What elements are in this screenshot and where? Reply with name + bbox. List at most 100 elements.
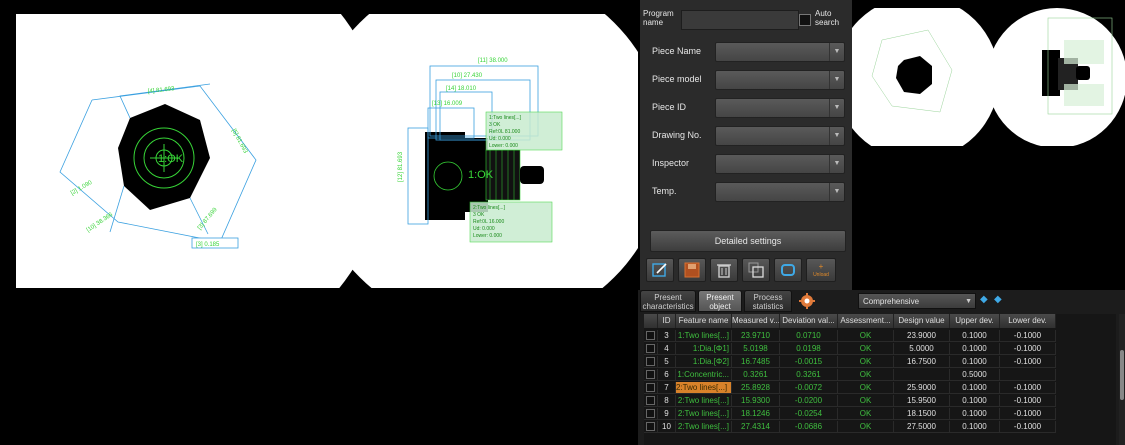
chevron-down-icon[interactable]: ▼ — [829, 71, 844, 89]
table-row[interactable]: 6 1:Concentric... 0.3261 0.3261 OK 0.5000 — [644, 369, 1116, 381]
header-checkbox-col[interactable] — [644, 314, 658, 328]
checkbox-col[interactable] — [644, 382, 658, 394]
results-table: ID Feature name Measured v... Deviation val… — [644, 314, 1116, 445]
header-id-col[interactable]: ID — [658, 314, 676, 328]
assessment-col: OK — [838, 408, 894, 420]
feature-name-col: 1:Two lines[...] — [676, 330, 732, 342]
header-feature-name-col[interactable]: Feature name — [676, 314, 732, 328]
svg-text:[11] 38.000: [11] 38.000 — [478, 58, 508, 64]
row-checkbox[interactable] — [646, 409, 655, 418]
gear-icon[interactable] — [798, 292, 816, 310]
piece-name-select[interactable]: ▼ — [715, 42, 845, 62]
chevron-down-icon[interactable]: ▼ — [829, 99, 844, 117]
id-col: 6 — [658, 369, 676, 381]
tab-present-object[interactable]: Present object — [698, 290, 742, 312]
svg-text:[14] 18.010: [14] 18.010 — [446, 86, 477, 92]
checkbox-col[interactable] — [644, 343, 658, 355]
table-row[interactable]: 3 1:Two lines[...] 23.9710 0.0710 OK 23.9000 0… — [644, 330, 1116, 342]
table-row[interactable]: 9 2:Two lines[...] 18.1246 -0.0254 OK 18.1500… — [644, 408, 1116, 420]
delete-button[interactable] — [710, 258, 738, 282]
drawing-no-select[interactable]: ▼ — [715, 126, 845, 146]
header-design-value-col[interactable]: Design value — [894, 314, 950, 328]
piece-model-select[interactable]: ▼ — [715, 70, 845, 90]
program-row: Program name Auto search — [643, 8, 849, 30]
assessment-col: OK — [838, 356, 894, 368]
svg-text:Lower: 0.000: Lower: 0.000 — [489, 143, 518, 149]
unload-button[interactable]: + Unload — [806, 258, 836, 282]
preview-canvas — [852, 0, 1125, 290]
header-measured-value-col[interactable]: Measured v... — [732, 314, 780, 328]
checkbox-col[interactable] — [644, 408, 658, 420]
piece-id-select[interactable]: ▼ — [715, 98, 845, 118]
row-checkbox[interactable] — [646, 370, 655, 379]
svg-text:+: + — [819, 262, 824, 271]
arrow-right-icon[interactable]: ◆ — [994, 294, 1006, 306]
auto-search-checkbox[interactable] — [799, 14, 811, 26]
row-checkbox[interactable] — [646, 357, 655, 366]
results-area: Present characteristics Present object P… — [638, 290, 1125, 445]
field-temp: Temp. ▼ — [648, 182, 848, 202]
upper-dev-col: 0.1000 — [950, 356, 1000, 368]
chevron-down-icon[interactable]: ▼ — [829, 43, 844, 61]
row-checkbox[interactable] — [646, 383, 655, 392]
checkbox-col[interactable] — [644, 356, 658, 368]
inspector-select[interactable]: ▼ — [715, 154, 845, 174]
tab-process-statistics[interactable]: Process statistics — [744, 290, 792, 312]
header-upper-dev-col[interactable]: Upper dev. — [950, 314, 1000, 328]
table-scrollbar[interactable] — [1119, 314, 1125, 445]
measurement-view[interactable]: 1:OK [4] 81.693 [5] 81.693 [2] 1.090 [10… — [0, 0, 638, 445]
design-value-col: 18.1500 — [894, 408, 950, 420]
field-label: Piece ID — [652, 102, 687, 112]
chevron-down-icon: ▼ — [965, 298, 972, 305]
lower-dev-col: -0.1000 — [1000, 382, 1056, 394]
temp-select[interactable]: ▼ — [715, 182, 845, 202]
row-checkbox[interactable] — [646, 331, 655, 340]
table-row[interactable]: 4 1:Dia.[Φ1] 5.0198 0.0198 OK 5.0000 0.1000 -0.… — [644, 343, 1116, 355]
measured-value-col: 15.9300 — [732, 395, 780, 407]
chevron-down-icon[interactable]: ▼ — [829, 183, 844, 201]
view-mode-select[interactable]: Comprehensive ▼ — [858, 293, 976, 309]
table-row[interactable]: 10 2:Two lines[...] 27.4314 -0.0686 OK 27.500… — [644, 421, 1116, 433]
table-row[interactable]: 7 2:Two lines[...] 25.8928 -0.0072 OK 25.9000… — [644, 382, 1116, 394]
copy-button[interactable] — [742, 258, 770, 282]
design-value-col: 5.0000 — [894, 343, 950, 355]
svg-text:[3] 0.185: [3] 0.185 — [196, 242, 220, 248]
field-label: Inspector — [652, 158, 690, 168]
tab-present-characteristics[interactable]: Present characteristics — [640, 290, 696, 312]
checkbox-col[interactable] — [644, 369, 658, 381]
scroll-thumb[interactable] — [1120, 350, 1124, 400]
feature-name-col: 2:Two lines[...] — [676, 408, 732, 420]
id-col: 9 — [658, 408, 676, 420]
table-row[interactable]: 8 2:Two lines[...] 15.9300 -0.0200 OK 15.9500… — [644, 395, 1116, 407]
table-row[interactable]: 5 1:Dia.[Φ2] 16.7485 -0.0015 OK 16.7500 0.1000… — [644, 356, 1116, 368]
checkbox-col[interactable] — [644, 421, 658, 433]
feature-name-col: 2:Two lines[...] — [676, 382, 732, 394]
save-button[interactable] — [678, 258, 706, 282]
row-checkbox[interactable] — [646, 422, 655, 431]
preview-view[interactable] — [852, 0, 1125, 290]
edit-button[interactable] — [646, 258, 674, 282]
lower-dev-col: -0.1000 — [1000, 395, 1056, 407]
header-assessment-col[interactable]: Assessment... — [838, 314, 894, 328]
field-label: Piece Name — [652, 46, 702, 56]
header-deviation-col[interactable]: Deviation val... — [780, 314, 838, 328]
lower-dev-col: -0.1000 — [1000, 356, 1056, 368]
svg-text:3 OK: 3 OK — [489, 122, 501, 128]
deviation-col: -0.0254 — [780, 408, 838, 420]
measured-value-col: 18.1246 — [732, 408, 780, 420]
refresh-button[interactable] — [774, 258, 802, 282]
upper-dev-col: 0.1000 — [950, 395, 1000, 407]
checkbox-col[interactable] — [644, 330, 658, 342]
checkbox-col[interactable] — [644, 395, 658, 407]
program-name-input[interactable] — [681, 10, 799, 30]
header-lower-dev-col[interactable]: Lower dev. — [1000, 314, 1056, 328]
chevron-down-icon[interactable]: ▼ — [829, 155, 844, 173]
arrow-left-icon[interactable]: ◆ — [980, 294, 992, 306]
piece-2-result: 1:OK — [468, 169, 494, 181]
row-checkbox[interactable] — [646, 396, 655, 405]
chevron-down-icon[interactable]: ▼ — [829, 127, 844, 145]
field-piece-id: Piece ID ▼ — [648, 98, 848, 118]
detailed-settings-button[interactable]: Detailed settings — [650, 230, 846, 252]
preview-piece-2 — [1042, 50, 1060, 96]
row-checkbox[interactable] — [646, 344, 655, 353]
